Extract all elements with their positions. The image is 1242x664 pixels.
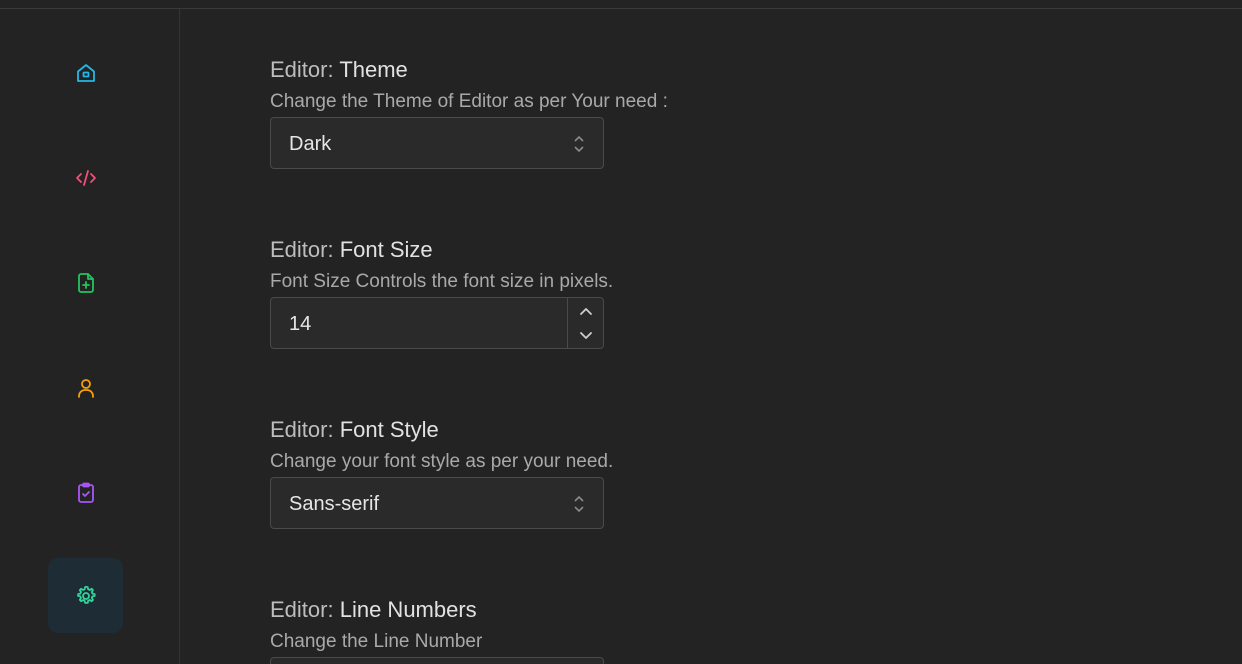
setting-name: Font Size	[339, 237, 433, 262]
setting-line-numbers: Editor: Line Numbers Change the Line Num…	[270, 597, 970, 653]
decrement-button[interactable]	[568, 323, 603, 348]
setting-name: Theme	[339, 57, 408, 82]
setting-prefix: Editor:	[270, 417, 334, 442]
font-size-stepper	[567, 298, 603, 348]
setting-description: Font Size Controls the font size in pixe…	[270, 271, 614, 292]
setting-prefix: Editor:	[270, 57, 334, 82]
font-style-select[interactable]: Sans-serif	[270, 477, 604, 529]
setting-title: Editor: Line Numbers	[270, 597, 970, 623]
theme-select[interactable]: Dark	[270, 117, 604, 169]
sidebar-item-profile[interactable]	[48, 350, 123, 425]
setting-font-style: Editor: Font Style Change your font styl…	[270, 417, 970, 473]
setting-prefix: Editor:	[270, 597, 334, 622]
font-size-input[interactable]: 14	[270, 297, 604, 349]
line-numbers-select[interactable]	[270, 657, 604, 664]
gear-icon	[76, 585, 96, 604]
setting-title: Editor: Theme	[270, 57, 970, 83]
user-icon	[77, 378, 94, 398]
font-size-value: 14	[289, 313, 312, 335]
clipboard-check-icon	[77, 482, 94, 503]
chevron-down-icon	[579, 331, 592, 339]
setting-description: Change the Line Number	[270, 631, 483, 652]
setting-title: Editor: Font Size	[270, 237, 970, 263]
setting-description: Change the Theme of Editor as per Your n…	[270, 91, 668, 112]
sidebar-item-code[interactable]	[48, 140, 123, 215]
top-bar	[0, 0, 1242, 9]
chevron-up-down-icon	[573, 494, 585, 514]
chevron-up-down-icon	[573, 134, 585, 154]
font-style-select-value: Sans-serif	[289, 493, 380, 515]
setting-theme: Editor: Theme Change the Theme of Editor…	[270, 57, 970, 113]
setting-name: Line Numbers	[339, 597, 477, 622]
sidebar-item-home[interactable]	[48, 35, 123, 110]
setting-description: Change your font style as per your need.	[270, 451, 614, 472]
sidebar-item-settings[interactable]	[48, 558, 123, 633]
file-plus-icon	[77, 272, 94, 293]
setting-name: Font Style	[339, 417, 439, 442]
home-icon	[76, 63, 95, 82]
theme-select-value: Dark	[289, 133, 332, 155]
code-icon	[75, 169, 96, 186]
sidebar-item-new-file[interactable]	[48, 245, 123, 320]
setting-font-size: Editor: Font Size Font Size Controls the…	[270, 237, 970, 293]
setting-prefix: Editor:	[270, 237, 334, 262]
sidebar-item-tasks[interactable]	[48, 455, 123, 530]
increment-button[interactable]	[568, 298, 603, 323]
chevron-up-icon	[579, 307, 592, 315]
setting-title: Editor: Font Style	[270, 417, 970, 443]
sidebar	[0, 9, 180, 664]
